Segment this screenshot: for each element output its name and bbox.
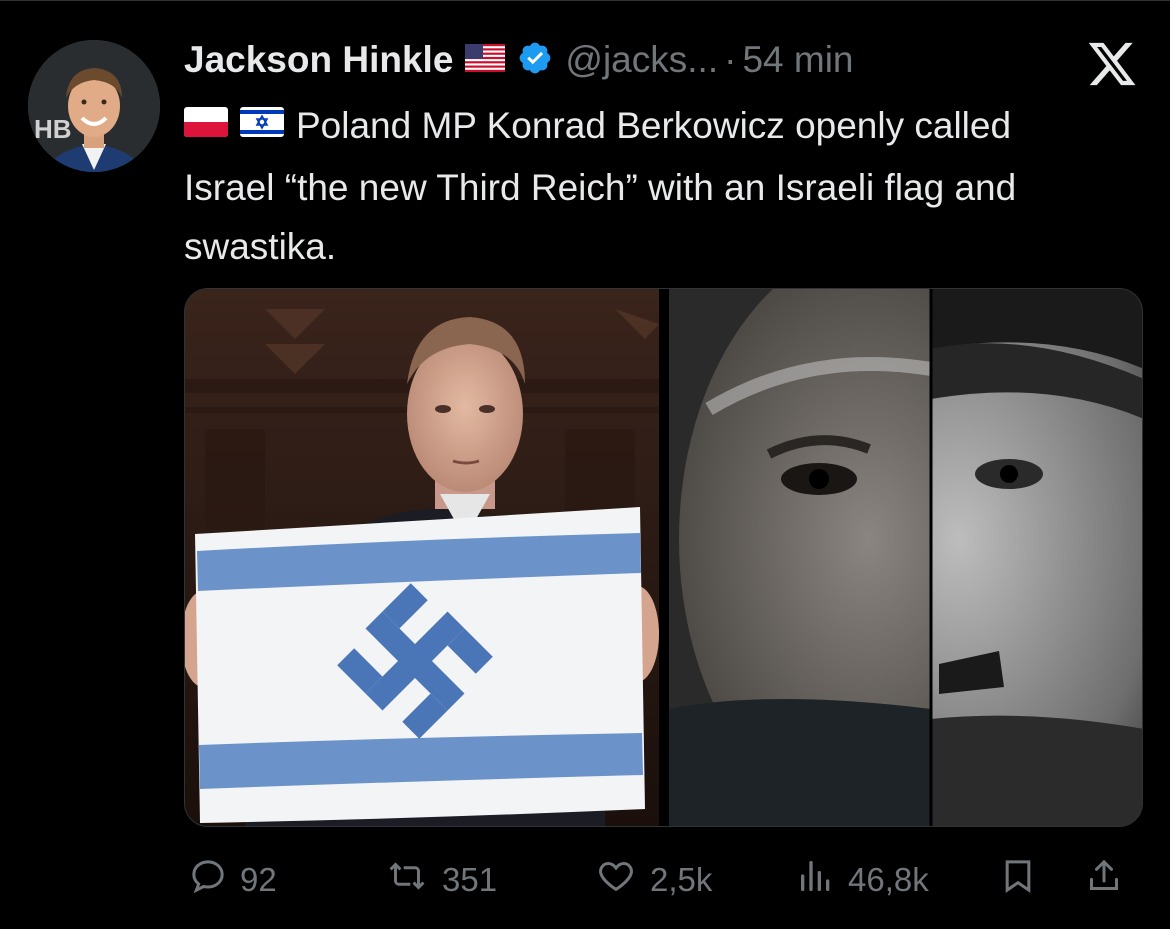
verified-badge-icon[interactable]	[517, 40, 553, 81]
bookmark-button[interactable]	[998, 850, 1050, 910]
poland-flag-icon	[184, 95, 228, 154]
header-separator: ·	[724, 39, 737, 80]
retweet-button[interactable]: 351	[384, 850, 497, 910]
views-count: 46,8k	[848, 861, 929, 898]
media-photo-left[interactable]	[185, 289, 659, 826]
avatar[interactable]: HB	[28, 40, 160, 172]
bookmark-icon	[998, 856, 1050, 904]
tweet-time[interactable]: 54 min	[742, 39, 853, 81]
views-icon	[796, 856, 848, 904]
israel-flag-icon	[240, 95, 284, 154]
like-count: 2,5k	[650, 861, 713, 898]
us-flag-icon	[465, 43, 506, 77]
tweet-media[interactable]	[184, 288, 1143, 827]
author-name[interactable]: Jackson Hinkle	[184, 39, 453, 81]
tweet-text: Poland MP Konrad Berkowicz openly called…	[184, 96, 1084, 276]
share-icon	[1084, 856, 1136, 904]
avatar-backdrop-text: HB	[34, 114, 72, 144]
tweet-body: Poland MP Konrad Berkowicz openly called…	[184, 105, 1017, 267]
media-photo-right[interactable]	[669, 289, 1142, 826]
reply-count: 92	[240, 861, 277, 898]
tweet-header: Jackson Hinkle @jacks... · 54 min	[184, 38, 854, 82]
share-button[interactable]	[1084, 850, 1136, 910]
x-logo-icon[interactable]	[1086, 38, 1138, 90]
retweet-count: 351	[442, 861, 498, 898]
author-handle[interactable]: @jacks...	[565, 39, 718, 81]
views-button[interactable]: 46,8k	[796, 850, 929, 910]
retweet-icon	[384, 856, 442, 904]
tweet-actions: 92 351 2,5k 46,8k	[0, 850, 1170, 910]
top-divider	[0, 0, 1170, 1]
reply-button[interactable]: 92	[188, 850, 277, 910]
media-divider	[659, 289, 669, 826]
heart-icon	[594, 856, 650, 904]
like-button[interactable]: 2,5k	[594, 850, 712, 910]
reply-icon	[188, 856, 240, 904]
